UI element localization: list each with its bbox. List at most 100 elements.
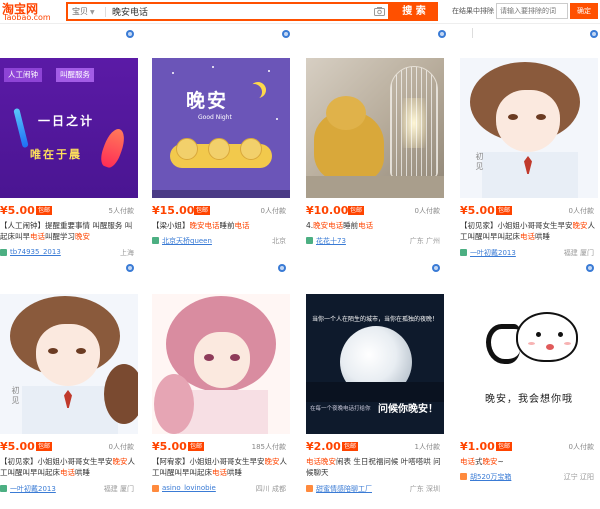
ghost-cheek	[528, 342, 535, 345]
product-image[interactable]: 当你一个人在陌生的城市，当你在孤独的夜晚！ 在每一个夜晚电话打给你 问候你晚安！	[306, 294, 444, 434]
product-title[interactable]: 【阿宥家】小姐姐小哥哥女生早安晚安人工叫醒叫早叫起床电话哄睡	[152, 456, 290, 478]
shop-link[interactable]: 胡520万宝箱	[470, 472, 511, 482]
image-panel	[152, 58, 290, 190]
character-eye	[508, 114, 518, 120]
shelf	[306, 176, 444, 198]
buyer-count: 1人付款	[414, 443, 440, 451]
image-tag: 人工闹钟	[4, 68, 42, 82]
shop-link[interactable]: 一叶初戴2013	[470, 248, 516, 258]
image-caption: 初见	[11, 386, 20, 406]
quick-view-icon[interactable]	[590, 30, 598, 38]
product-title[interactable]: 【梁小姐】晚安电话睡前电话	[152, 220, 290, 231]
plush-toy-head	[326, 96, 366, 130]
product-title[interactable]: 电话式晚安~	[460, 456, 598, 467]
title-keyword: 电话晚安	[306, 457, 336, 466]
product-title[interactable]: 电话晚安闹表 生日祝福问候 叶嗒嗒哄 问候聊天	[306, 456, 444, 478]
image-headline: 当你一个人在陌生的城市，当你在孤独的夜晚！	[311, 316, 438, 323]
moon-icon	[246, 84, 262, 100]
product-image[interactable]	[306, 58, 444, 198]
title-keyword: 晚安电话	[189, 221, 220, 230]
title-keyword: 电话	[60, 468, 75, 477]
logo-subtext: Taobao.com	[3, 13, 51, 22]
product-image[interactable]: 晚安，我会想你哦	[460, 294, 598, 434]
chevron-down-icon: ▼	[90, 9, 95, 16]
shop-location: 上海	[120, 249, 134, 257]
image-headline: 唯在于晨	[30, 148, 82, 161]
title-text: 哄睡	[535, 232, 550, 241]
product-title[interactable]: 【初见家】小姐姐小哥哥女生早安晚安人工叫醒叫早叫起床电话哄睡	[460, 220, 598, 242]
product-image[interactable]: 初见	[460, 58, 598, 198]
shop-location: 北京	[272, 237, 286, 245]
quick-view-icon[interactable]	[126, 264, 134, 272]
shop-link[interactable]: 北京天桥queen	[162, 236, 212, 246]
shop-link[interactable]: tb74935_2013	[10, 248, 61, 256]
ghost-eye	[558, 332, 563, 337]
quick-view-icon[interactable]	[432, 264, 440, 272]
product-image[interactable]: 初见	[0, 294, 138, 434]
title-keyword: 电话	[212, 468, 227, 477]
search-button[interactable]: 搜 索	[390, 2, 438, 21]
shop-icon	[460, 249, 467, 256]
quick-view-icon[interactable]	[586, 264, 594, 272]
shop-location: 四川 成都	[255, 485, 286, 493]
product-price: ¥2.00	[306, 440, 341, 453]
product-image[interactable]: 晚安 Good Night	[152, 58, 290, 198]
product-price: ¥5.00	[0, 204, 35, 217]
shop-link[interactable]: 一叶初戴2013	[10, 484, 56, 494]
star-icon	[276, 118, 278, 120]
product-title[interactable]: 【人工闹钟】提醒重要事情 叫醒服务 叫起床叫早电话叫醒学习晚安	[0, 220, 138, 242]
title-keyword: 晚安	[482, 457, 498, 466]
shop-icon	[306, 485, 313, 492]
product-title[interactable]: 【初见家】小姐姐小哥哥女生早安晚安人工叫醒叫早叫起床电话哄睡	[0, 456, 138, 478]
shop-link[interactable]: asino_lovinobie	[162, 484, 216, 492]
title-text: 睡前	[219, 221, 235, 230]
product-image[interactable]	[152, 294, 290, 434]
character-face	[36, 324, 100, 386]
search-type-select[interactable]: 宝贝 ▼	[72, 5, 104, 19]
product-image[interactable]: 人工闹钟 叫醒服务 一日之计 唯在于晨	[0, 58, 138, 198]
product-title[interactable]: 4.晚安电话睡前电话	[306, 220, 444, 231]
second-character-hair	[104, 364, 138, 424]
search-input[interactable]	[112, 4, 362, 19]
image-subtitle: 在每一个夜晚电话打给你	[310, 406, 371, 412]
image-headline: 晚安，我会想你哦	[485, 394, 573, 405]
title-text: 【初见家】小姐姐小哥哥女生早安	[460, 221, 573, 230]
buyer-count: 0人付款	[414, 207, 440, 215]
exclude-label: 在结果中排除	[452, 7, 494, 15]
title-text: 【初见家】小姐姐小哥哥女生早安	[0, 457, 113, 466]
title-text: 哄睡	[227, 468, 242, 477]
decor-flame	[97, 126, 129, 170]
shop-link[interactable]: 花花十73	[316, 236, 346, 246]
title-text: 睡前	[343, 221, 359, 230]
free-shipping-badge: 包邮	[348, 206, 365, 215]
title-keyword: 电话	[520, 232, 535, 241]
buyer-count: 0人付款	[568, 443, 594, 451]
title-keyword: 晚安	[572, 221, 588, 230]
taobao-logo[interactable]: 淘宝网 Taobao.com	[2, 0, 56, 24]
quick-view-icon[interactable]	[126, 30, 134, 38]
character-eye	[76, 348, 86, 354]
image-tag: 叫醒服务	[56, 68, 94, 82]
free-shipping-badge: 包邮	[496, 206, 513, 215]
character-face	[496, 90, 560, 152]
camera-icon[interactable]	[374, 7, 385, 16]
shop-link[interactable]: 甜蜜情感陪聊工厂	[316, 484, 372, 494]
buyer-count: 0人付款	[568, 207, 594, 215]
title-keyword: 电话	[30, 232, 45, 241]
exclude-input[interactable]	[496, 3, 568, 19]
ghost-mouth	[546, 344, 554, 350]
ghost-arm-illustration	[486, 324, 520, 364]
image-subtitle: Good Night	[198, 114, 232, 121]
product-price: ¥15.00	[152, 204, 195, 217]
quick-view-icon[interactable]	[438, 30, 446, 38]
confirm-button[interactable]: 确定	[570, 3, 598, 19]
title-keyword: 电话	[234, 221, 250, 230]
product-price: ¥10.00	[306, 204, 349, 217]
title-keyword: 晚安	[112, 457, 128, 466]
quick-view-icon[interactable]	[278, 264, 286, 272]
city-skyline	[306, 382, 444, 402]
star-icon	[268, 70, 270, 72]
shop-icon	[460, 473, 467, 480]
quick-view-icon[interactable]	[282, 30, 290, 38]
product-price: ¥5.00	[152, 440, 187, 453]
